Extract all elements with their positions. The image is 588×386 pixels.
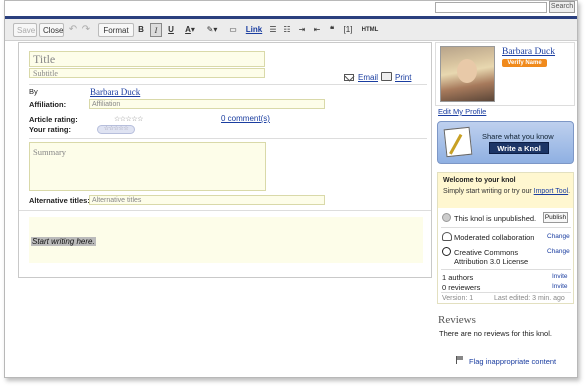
unpublished-text: This knol is unpublished.	[454, 214, 537, 223]
change-license-link[interactable]: Change	[547, 248, 570, 255]
search-button[interactable]: Search	[549, 1, 575, 13]
write-a-knol-button[interactable]: Write a Knol	[489, 142, 549, 154]
welcome-panel: Welcome to your knol Simply start writin…	[437, 172, 574, 304]
profile-name-link[interactable]: Barbara Duck	[502, 47, 555, 57]
share-prompt: Share what you know	[482, 132, 554, 141]
collaboration-icon	[442, 232, 452, 241]
change-moderation-link[interactable]: Change	[547, 233, 570, 240]
welcome-body-text: Simply start writing or try our	[443, 188, 534, 195]
divider	[29, 138, 427, 139]
mail-icon	[344, 74, 354, 81]
knol-editor-window: Search Save Close ↶ ↷ Format ▾ B I U A▾ …	[4, 0, 578, 378]
welcome-header: Welcome to your knol Simply start writin…	[438, 173, 573, 208]
outdent-icon[interactable]: ⇤	[311, 23, 323, 37]
bold-button[interactable]: B	[136, 23, 146, 37]
edit-profile-link[interactable]: Edit My Profile	[438, 107, 486, 116]
editor-card: Title Subtitle Email Print By Barbara Du…	[18, 42, 432, 278]
last-edited-text: Last edited: 3 min. ago	[494, 295, 565, 302]
profile-card: Barbara Duck Verify Name	[435, 42, 575, 106]
font-color-label: A	[185, 25, 191, 34]
indent-icon[interactable]: ⇥	[296, 23, 308, 37]
title-input[interactable]: Title	[29, 51, 265, 67]
flag-content-link[interactable]: Flag inappropriate content	[469, 357, 556, 366]
reviews-empty-text: There are no reviews for this knol.	[439, 329, 552, 338]
underline-button[interactable]: U	[166, 23, 176, 37]
divider	[29, 84, 427, 85]
italic-button[interactable]: I	[150, 23, 162, 37]
save-button[interactable]: Save	[13, 23, 37, 37]
invite-reviewers-link[interactable]: Invite	[552, 283, 568, 290]
editor-toolbar: Save Close ↶ ↷ Format ▾ B I U A▾ ✎▾ ▭ Li…	[5, 19, 577, 49]
html-button[interactable]: HTML	[359, 23, 381, 37]
format-label: Format	[103, 26, 129, 35]
divider	[441, 269, 571, 270]
affiliation-input[interactable]: Affiliation	[89, 99, 325, 109]
divider	[441, 292, 571, 293]
comments-link[interactable]: 0 comment(s)	[221, 114, 270, 123]
email-link[interactable]: Email	[358, 73, 378, 82]
author-link[interactable]: Barbara Duck	[90, 87, 140, 97]
divider	[19, 210, 431, 211]
printer-icon	[381, 72, 392, 81]
image-icon[interactable]: ▭	[227, 23, 239, 37]
article-rating-stars: ☆☆☆☆☆	[114, 116, 143, 123]
pencil-paper-icon	[443, 126, 473, 158]
creative-commons-icon	[442, 247, 451, 256]
summary-textarea[interactable]: Summary	[29, 142, 266, 191]
article-rating-label: Article rating:	[29, 115, 78, 124]
reference-button[interactable]: [1]	[341, 23, 355, 37]
start-writing-text: Start writing here.	[31, 237, 96, 246]
publish-button[interactable]: Publish	[543, 212, 568, 223]
license-text: Creative Commons Attribution 3.0 License	[454, 248, 529, 266]
close-button[interactable]: Close	[39, 23, 64, 37]
subtitle-input[interactable]: Subtitle	[29, 68, 265, 78]
flag-icon	[456, 356, 463, 364]
moderation-text: Moderated collaboration	[454, 233, 535, 242]
alt-titles-input[interactable]: Alternative titles	[89, 195, 325, 205]
share-knowledge-box: Share what you know Write a Knol	[437, 121, 574, 164]
your-rating-stars[interactable]: ☆☆☆☆☆	[97, 125, 135, 134]
redo-icon[interactable]: ↷	[81, 23, 91, 37]
alt-titles-label: Alternative titles:	[29, 196, 90, 205]
import-tool-link[interactable]: Import Tool	[534, 188, 569, 195]
undo-icon[interactable]: ↶	[68, 23, 78, 37]
blockquote-button[interactable]: ❝	[326, 23, 338, 37]
avatar[interactable]	[440, 46, 495, 102]
your-rating-label: Your rating:	[29, 125, 71, 134]
highlight-icon[interactable]: ✎▾	[203, 23, 221, 37]
affiliation-label: Affiliation:	[29, 100, 67, 109]
unpublished-status-icon	[442, 213, 451, 222]
authors-count: 1 authors	[442, 273, 474, 282]
link-button[interactable]: Link	[244, 23, 264, 37]
welcome-title: Welcome to your knol	[443, 177, 516, 184]
invite-authors-link[interactable]: Invite	[552, 273, 568, 280]
content-editor[interactable]: Start writing here.	[29, 217, 423, 263]
format-dropdown[interactable]: Format ▾	[98, 23, 134, 49]
reviews-heading: Reviews	[438, 314, 476, 326]
divider	[441, 227, 571, 228]
welcome-body: Simply start writing or try our Import T…	[443, 187, 571, 196]
version-text: Version: 1	[442, 295, 474, 302]
by-label: By	[29, 87, 38, 96]
welcome-body-end: .	[568, 188, 571, 195]
verify-name-button[interactable]: Verify Name	[502, 59, 547, 67]
reviewers-count: 0 reviewers	[442, 283, 481, 292]
numbered-list-icon[interactable]: ☰	[267, 23, 279, 37]
print-link[interactable]: Print	[395, 73, 411, 82]
font-color-button[interactable]: A▾	[181, 23, 199, 37]
search-input[interactable]	[435, 2, 547, 13]
bullet-list-icon[interactable]: ☷	[281, 23, 293, 37]
